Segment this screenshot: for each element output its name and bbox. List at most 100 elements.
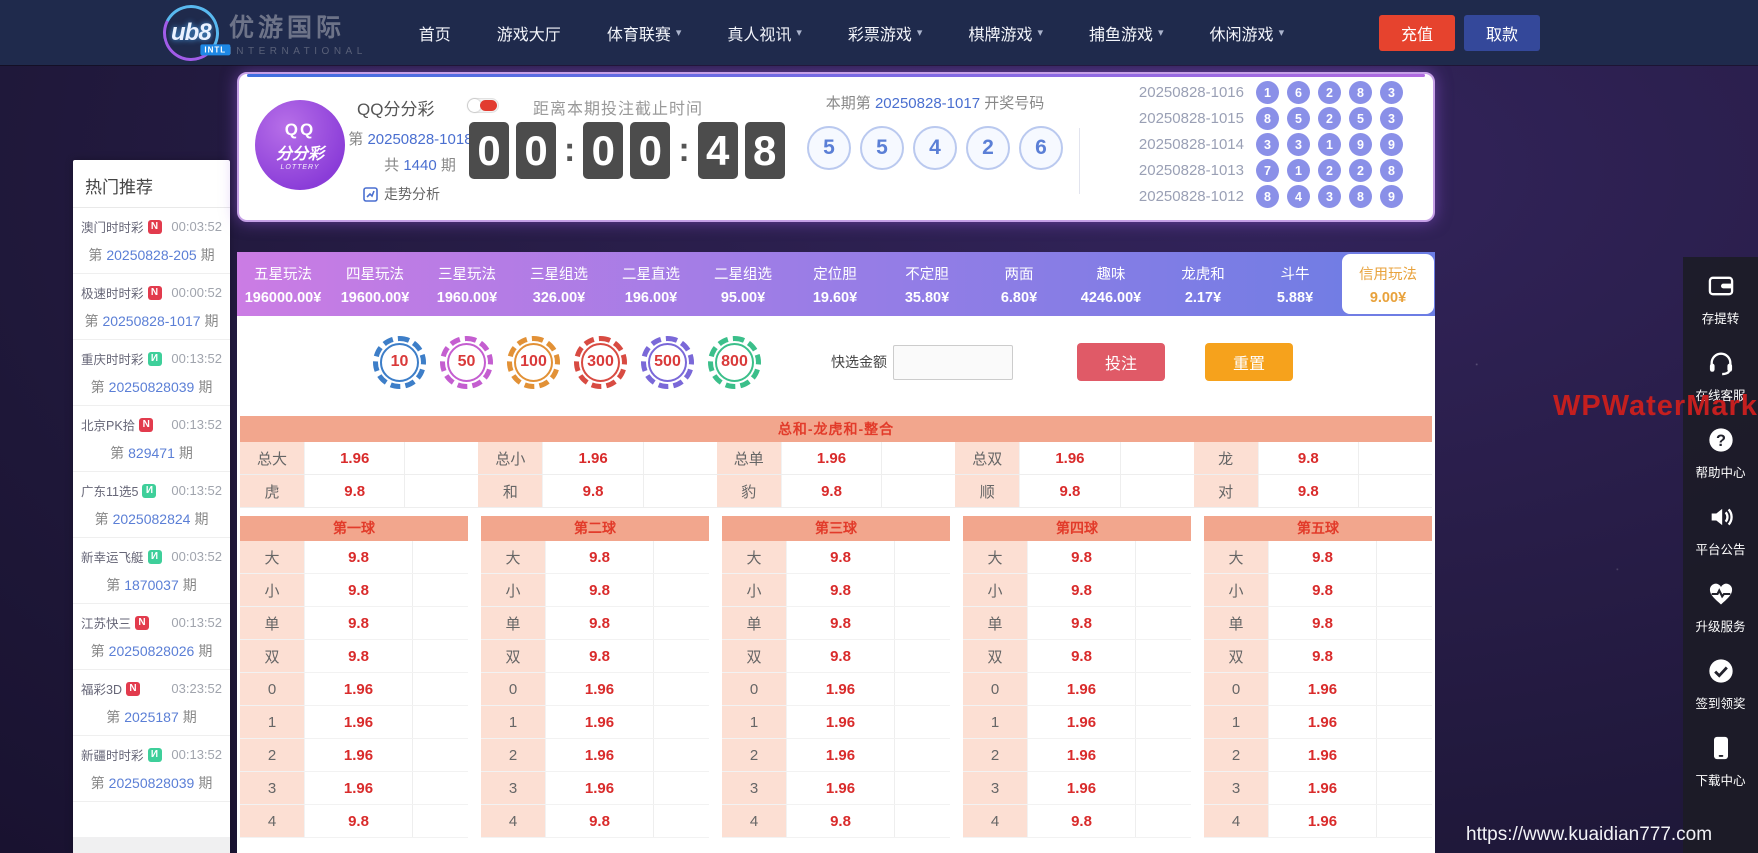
bet-odds-cell[interactable]: 1.96	[1019, 442, 1119, 474]
bet-odds-cell[interactable]: 1.96	[545, 772, 653, 804]
play-tab-二星组选[interactable]: 二星组选95.00¥	[697, 252, 789, 316]
bet-chip-50[interactable]: 50	[440, 336, 493, 389]
bet-odds-cell[interactable]: 9.8	[1258, 475, 1358, 507]
play-tab-不定胆[interactable]: 不定胆35.80¥	[881, 252, 973, 316]
bet-odds-cell[interactable]: 1.96	[542, 442, 642, 474]
bet-odds-cell[interactable]: 9.8	[1027, 607, 1135, 639]
lottery-list-item[interactable]: 北京PK拾N00:13:52第829471期	[73, 406, 230, 472]
lottery-list-item[interactable]: 福彩3DN03:23:52第2025187期	[73, 670, 230, 736]
bet-odds-cell[interactable]: 9.8	[1268, 640, 1376, 672]
nav-item-彩票游戏[interactable]: 彩票游戏▾	[848, 21, 923, 45]
bet-odds-cell[interactable]: 1.96	[786, 706, 894, 738]
bet-odds-cell[interactable]: 1.96	[545, 739, 653, 771]
bet-odds-cell[interactable]: 1.96	[1268, 805, 1376, 837]
bet-odds-cell[interactable]: 9.8	[1027, 541, 1135, 573]
play-tab-三星组选[interactable]: 三星组选326.00¥	[513, 252, 605, 316]
play-tab-四星玩法[interactable]: 四星玩法19600.00¥	[329, 252, 421, 316]
bet-odds-cell[interactable]: 9.8	[1268, 541, 1376, 573]
brand-logo[interactable]: ub8 INTL 优游国际 INTERNATIONAL	[163, 5, 367, 61]
bet-odds-cell[interactable]: 9.8	[304, 607, 412, 639]
bet-odds-cell[interactable]: 1.96	[304, 706, 412, 738]
nav-item-首页[interactable]: 首页	[419, 21, 451, 45]
reset-button[interactable]: 重置	[1205, 343, 1293, 381]
toolbar-item-upgrade[interactable]: 升级服务	[1683, 579, 1758, 656]
bet-odds-cell[interactable]: 9.8	[304, 541, 412, 573]
bet-odds-cell[interactable]: 1.96	[1027, 706, 1135, 738]
nav-item-真人视讯[interactable]: 真人视讯▾	[727, 21, 802, 45]
bet-odds-cell[interactable]: 9.8	[545, 640, 653, 672]
bet-odds-cell[interactable]: 9.8	[786, 607, 894, 639]
bet-odds-cell[interactable]: 9.8	[1027, 640, 1135, 672]
bet-odds-cell[interactable]: 9.8	[1268, 574, 1376, 606]
bet-odds-cell[interactable]: 1.96	[304, 442, 404, 474]
toolbar-item-help[interactable]: ? 帮助中心	[1683, 425, 1758, 502]
bet-odds-cell[interactable]: 1.96	[304, 739, 412, 771]
trend-analysis-link[interactable]: 走势分析	[363, 184, 440, 204]
quick-amount-input[interactable]	[893, 345, 1013, 380]
bet-odds-cell[interactable]: 1.96	[1268, 706, 1376, 738]
bet-odds-cell[interactable]: 9.8	[545, 805, 653, 837]
play-tab-龙虎和[interactable]: 龙虎和2.17¥	[1157, 252, 1249, 316]
bet-odds-cell[interactable]: 1.96	[1268, 673, 1376, 705]
toolbar-item-signin[interactable]: 签到领奖	[1683, 656, 1758, 733]
play-tab-二星直选[interactable]: 二星直选196.00¥	[605, 252, 697, 316]
bet-chip-10[interactable]: 10	[373, 336, 426, 389]
bet-odds-cell[interactable]: 1.96	[786, 673, 894, 705]
toolbar-item-transfer[interactable]: 存提转	[1683, 271, 1758, 348]
lottery-list-item[interactable]: 新幸运飞艇И00:03:52第1870037期	[73, 538, 230, 604]
lottery-list-item[interactable]: 澳门时时彩N00:03:52第20250828-205期	[73, 208, 230, 274]
play-tab-三星玩法[interactable]: 三星玩法1960.00¥	[421, 252, 513, 316]
bet-odds-cell[interactable]: 9.8	[781, 475, 881, 507]
bet-odds-cell[interactable]: 9.8	[786, 574, 894, 606]
deposit-button[interactable]: 充值	[1379, 15, 1455, 51]
bet-odds-cell[interactable]: 9.8	[304, 475, 404, 507]
bet-odds-cell[interactable]: 1.96	[545, 706, 653, 738]
play-tab-信用玩法[interactable]: 信用玩法9.00¥	[1342, 254, 1434, 314]
lottery-list-item[interactable]: 江苏快三N00:13:52第20250828026期	[73, 604, 230, 670]
lottery-list-item[interactable]: 广东11选5И00:13:52第2025082824期	[73, 472, 230, 538]
bet-odds-cell[interactable]: 9.8	[786, 640, 894, 672]
nav-item-游戏大厅[interactable]: 游戏大厅	[497, 21, 561, 45]
withdraw-button[interactable]: 取款	[1464, 15, 1540, 51]
play-tab-趣味[interactable]: 趣味4246.00¥	[1065, 252, 1157, 316]
bet-odds-cell[interactable]: 1.96	[304, 772, 412, 804]
bet-chip-800[interactable]: 800	[708, 336, 761, 389]
bet-chip-500[interactable]: 500	[641, 336, 694, 389]
bet-odds-cell[interactable]: 9.8	[545, 607, 653, 639]
bet-odds-cell[interactable]: 1.96	[1268, 772, 1376, 804]
place-bet-button[interactable]: 投注	[1077, 343, 1165, 381]
lottery-list-item[interactable]: 新疆时时彩И00:13:52第20250828039期	[73, 736, 230, 802]
toolbar-item-announcement[interactable]: 平台公告	[1683, 502, 1758, 579]
lottery-list-item[interactable]: 极速时时彩N00:00:52第20250828-1017期	[73, 274, 230, 340]
toolbar-item-download[interactable]: 下载中心	[1683, 733, 1758, 810]
bet-odds-cell[interactable]: 1.96	[786, 772, 894, 804]
bet-odds-cell[interactable]: 9.8	[542, 475, 642, 507]
bet-odds-cell[interactable]: 1.96	[1268, 739, 1376, 771]
lottery-list-item[interactable]: 重庆时时彩И00:13:52第20250828039期	[73, 340, 230, 406]
bet-odds-cell[interactable]: 9.8	[1027, 574, 1135, 606]
bet-odds-cell[interactable]: 1.96	[304, 673, 412, 705]
nav-item-休闲游戏[interactable]: 休闲游戏▾	[1210, 21, 1285, 45]
bet-chip-100[interactable]: 100	[507, 336, 560, 389]
play-tab-五星玩法[interactable]: 五星玩法196000.00¥	[237, 252, 329, 316]
bet-odds-cell[interactable]: 9.8	[304, 574, 412, 606]
nav-item-捕鱼游戏[interactable]: 捕鱼游戏▾	[1089, 21, 1164, 45]
bet-odds-cell[interactable]: 1.96	[781, 442, 881, 474]
bet-odds-cell[interactable]: 9.8	[545, 574, 653, 606]
bet-odds-cell[interactable]: 1.96	[545, 673, 653, 705]
bet-odds-cell[interactable]: 9.8	[786, 805, 894, 837]
bet-odds-cell[interactable]: 1.96	[786, 739, 894, 771]
nav-item-棋牌游戏[interactable]: 棋牌游戏▾	[968, 21, 1043, 45]
bet-odds-cell[interactable]: 1.96	[1027, 739, 1135, 771]
bet-odds-cell[interactable]: 9.8	[1027, 805, 1135, 837]
bet-odds-cell[interactable]: 9.8	[545, 541, 653, 573]
bet-odds-cell[interactable]: 9.8	[786, 541, 894, 573]
bet-chip-300[interactable]: 300	[574, 336, 627, 389]
bet-odds-cell[interactable]: 9.8	[1258, 442, 1358, 474]
play-tab-两面[interactable]: 两面6.80¥	[973, 252, 1065, 316]
bet-odds-cell[interactable]: 9.8	[1019, 475, 1119, 507]
nav-item-体育联赛[interactable]: 体育联赛▾	[607, 21, 682, 45]
bet-odds-cell[interactable]: 9.8	[1268, 607, 1376, 639]
play-tab-定位胆[interactable]: 定位胆19.60¥	[789, 252, 881, 316]
sound-toggle[interactable]	[467, 98, 499, 113]
